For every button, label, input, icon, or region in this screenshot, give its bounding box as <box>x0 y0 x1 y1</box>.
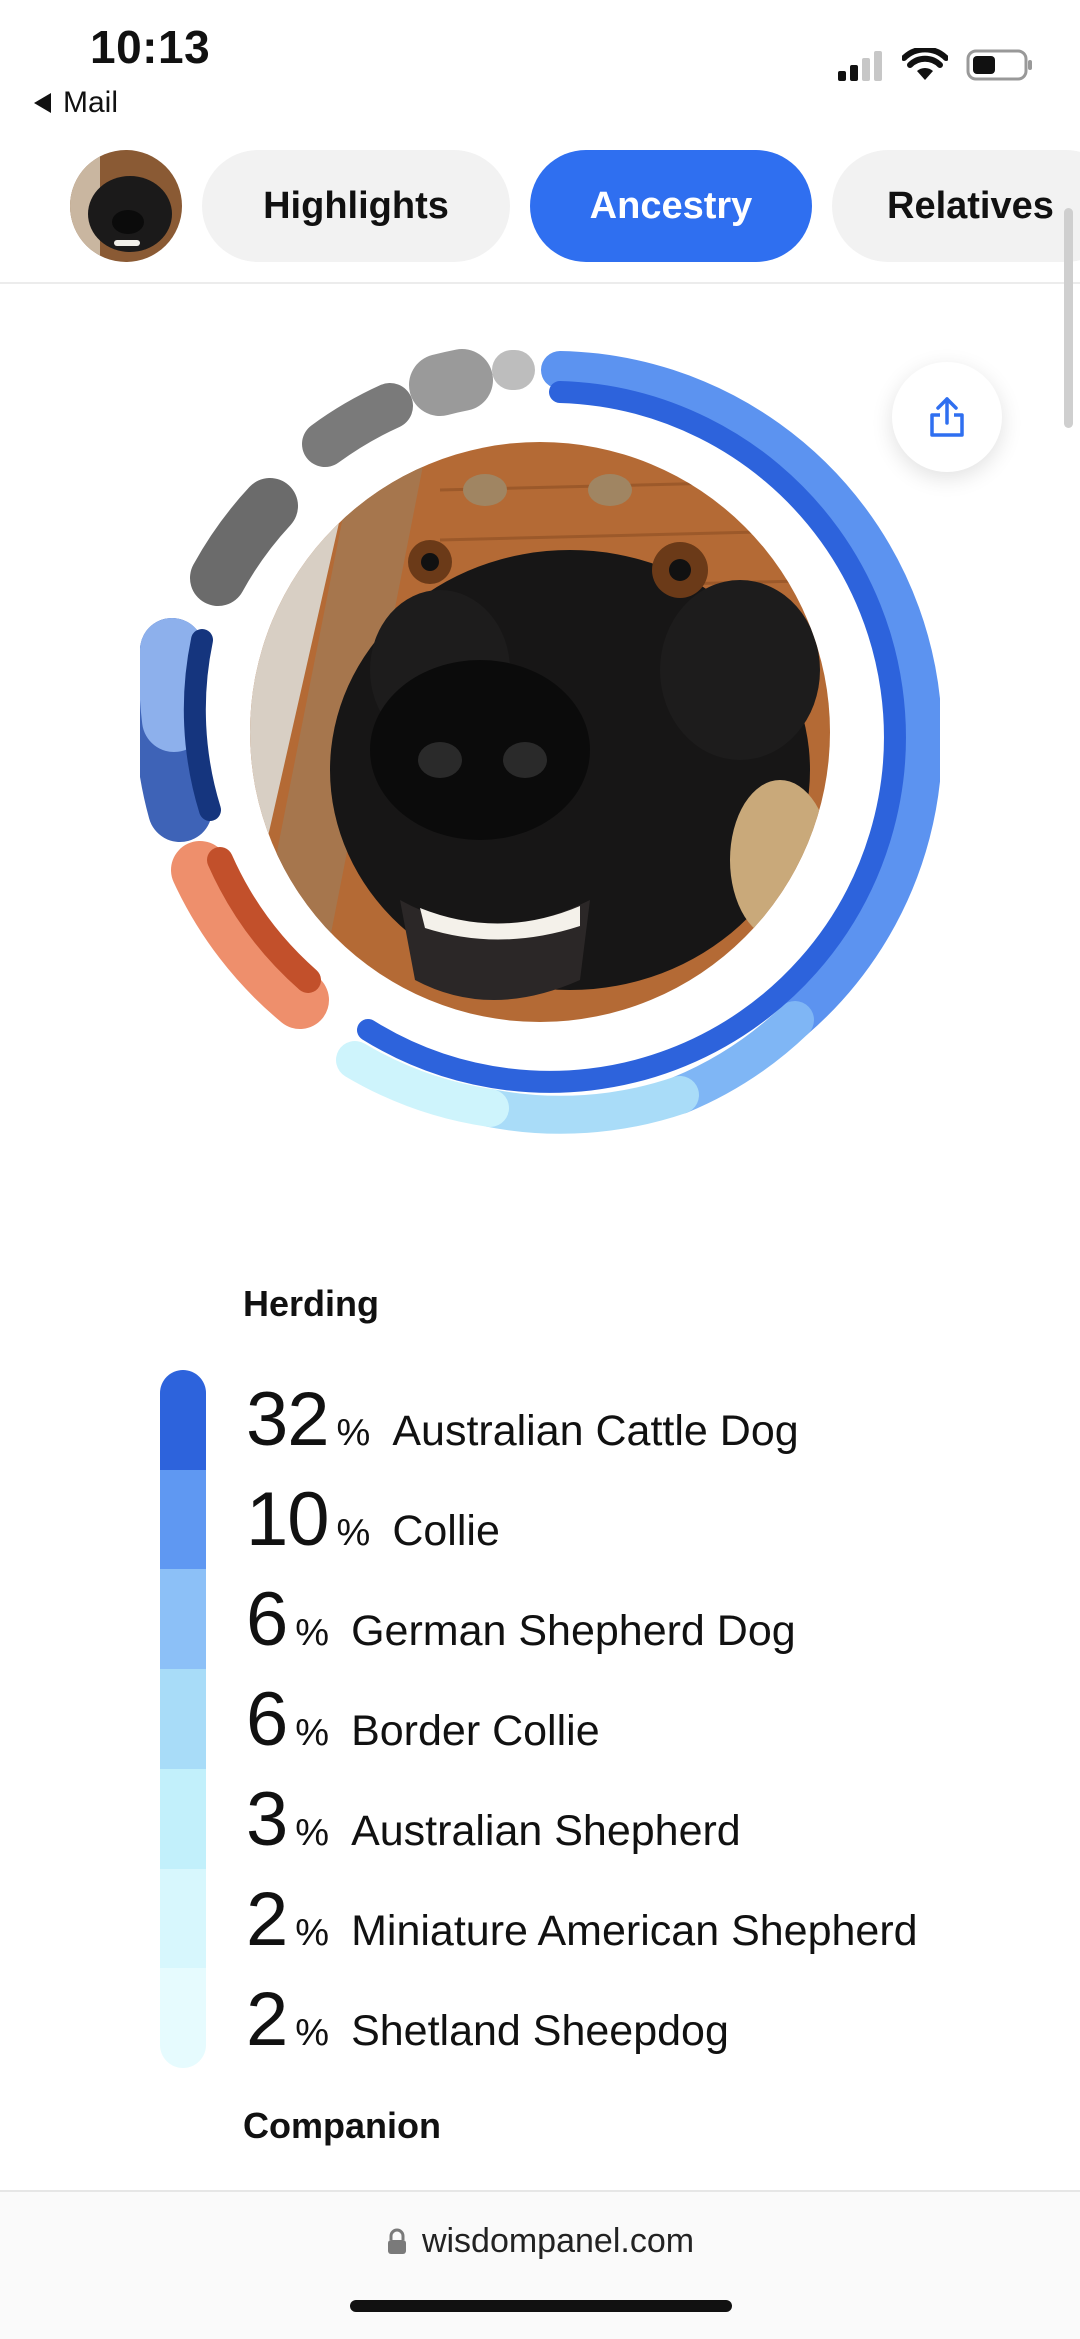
home-indicator[interactable] <box>350 2300 732 2312</box>
status-time: 10:13 <box>90 21 211 73</box>
bar-segment <box>160 1569 206 1670</box>
status-icons <box>836 48 1034 82</box>
breed-row[interactable]: 2 % Shetland Sheepdog <box>246 1982 729 2078</box>
address-bar[interactable]: wisdompanel.com <box>0 2222 1080 2261</box>
percent-symbol: % <box>295 2012 330 2054</box>
percent-symbol: % <box>295 1812 330 1854</box>
back-to-mail-link[interactable]: Mail <box>34 86 118 120</box>
tab-divider <box>0 282 1080 284</box>
group-heading-herding: Herding <box>243 1283 380 1324</box>
breed-row[interactable]: 32 % Australian Cattle Dog <box>246 1382 799 1478</box>
group-heading-companion: Companion <box>243 2105 441 2146</box>
breed-name: Miniature American Shepherd <box>351 1907 918 1955</box>
breed-percent: 6 <box>246 1577 288 1662</box>
signal-icon <box>838 51 882 81</box>
breed-percent: 10 <box>246 1477 330 1562</box>
wifi-icon <box>902 48 948 80</box>
percent-symbol: % <box>295 1912 330 1954</box>
url-text: wisdompanel.com <box>421 2222 695 2260</box>
tab-ancestry[interactable]: Ancestry <box>530 150 812 262</box>
back-label: Mail <box>63 86 119 119</box>
share-icon <box>930 397 964 437</box>
breed-name: Shetland Sheepdog <box>351 2007 729 2055</box>
breed-name: German Shepherd Dog <box>351 1607 796 1655</box>
percent-symbol: % <box>336 1512 371 1554</box>
browser-bottom-bar <box>0 2190 1080 2339</box>
bar-segment <box>160 1968 206 2068</box>
dog-photo <box>250 442 830 1022</box>
ancestry-ring-chart <box>140 349 940 1134</box>
bar-segment <box>160 1669 206 1769</box>
back-arrow-icon <box>34 93 51 113</box>
breed-percent: 2 <box>246 1977 288 2062</box>
breed-name: Australian Cattle Dog <box>392 1407 799 1455</box>
breed-percent: 6 <box>246 1677 288 1762</box>
bar-segment <box>160 1768 206 1869</box>
battery-icon <box>966 49 1032 81</box>
breed-name: Border Collie <box>351 1707 600 1755</box>
breed-name: Collie <box>392 1507 500 1555</box>
breed-row[interactable]: 3 % Australian Shepherd <box>246 1782 741 1878</box>
breed-row[interactable]: 10 % Collie <box>246 1482 500 1578</box>
breed-percent: 3 <box>246 1777 288 1862</box>
share-button[interactable] <box>892 362 1002 472</box>
dog-avatar[interactable] <box>70 150 182 262</box>
breed-percent: 2 <box>246 1877 288 1962</box>
tab-relatives[interactable]: Relatives <box>832 150 1080 262</box>
breed-row[interactable]: 6 % German Shepherd Dog <box>246 1582 796 1678</box>
bar-segment <box>160 1868 206 1969</box>
percent-symbol: % <box>295 1612 330 1654</box>
tab-highlights[interactable]: Highlights <box>202 150 510 262</box>
herding-color-bar <box>160 1370 206 2068</box>
breed-row[interactable]: 2 % Miniature American Shepherd <box>246 1882 918 1978</box>
breed-percent: 32 <box>246 1377 330 1462</box>
bar-segment <box>160 1370 206 1470</box>
percent-symbol: % <box>336 1412 371 1454</box>
breed-row[interactable]: 6 % Border Collie <box>246 1682 600 1778</box>
breed-name: Australian Shepherd <box>351 1807 741 1855</box>
bar-segment <box>160 1469 206 1570</box>
percent-symbol: % <box>295 1712 330 1754</box>
lock-icon <box>387 2228 406 2254</box>
scrollbar[interactable] <box>1064 208 1073 428</box>
